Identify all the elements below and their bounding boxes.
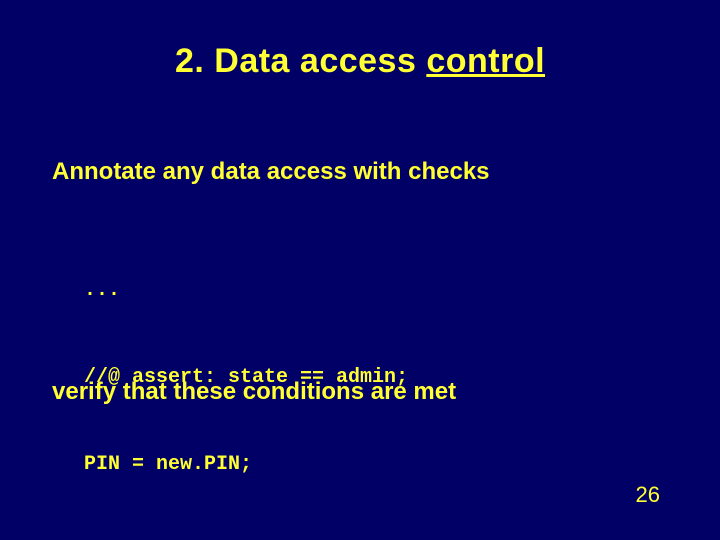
slide: 2. Data access control Annotate any data…	[0, 0, 720, 540]
page-number: 26	[636, 482, 660, 508]
subtitle-text: Annotate any data access with checks	[52, 158, 490, 186]
title-prefix: 2. Data access	[175, 42, 426, 80]
verify-text: verify that these conditions are met	[52, 378, 456, 406]
title-underlined: control	[426, 42, 545, 80]
slide-title: 2. Data access control	[0, 0, 720, 81]
code-line: ...	[84, 276, 408, 305]
code-line: PIN = new.PIN;	[84, 450, 408, 479]
